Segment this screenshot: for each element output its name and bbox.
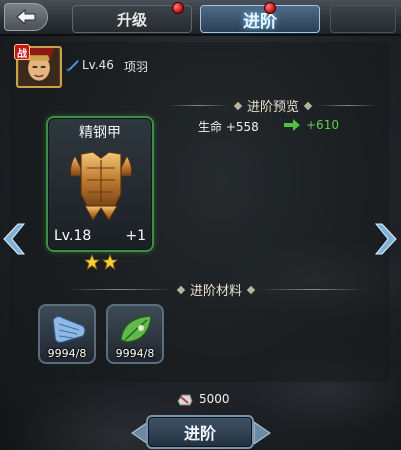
diamond-icon xyxy=(176,285,186,294)
material-item[interactable]: 9994/8 xyxy=(38,304,96,364)
sword-icon xyxy=(66,59,79,72)
right-arrow-icon xyxy=(284,119,300,131)
notification-dot-advance xyxy=(264,2,276,14)
material-count: 9994/8 xyxy=(115,347,155,360)
diamond-icon xyxy=(303,101,313,110)
advance-button[interactable]: 进阶 xyxy=(146,415,254,449)
stat-new: +610 xyxy=(306,118,339,132)
button-wing-left xyxy=(131,421,148,445)
blue-scroll-icon xyxy=(52,315,86,343)
diamond-icon xyxy=(233,101,243,110)
divider xyxy=(317,105,379,106)
stat-current: 生命 +558 xyxy=(198,120,259,134)
hero-level: Lv.46 xyxy=(82,58,114,72)
tab-advance[interactable]: 进阶 xyxy=(200,5,320,33)
star-icon xyxy=(102,254,118,270)
equipment-enhance-level: +1 xyxy=(125,228,146,244)
material-count: 9994/8 xyxy=(47,347,87,360)
silver-ingot-icon xyxy=(177,394,193,406)
green-leaf-icon xyxy=(120,315,152,343)
advance-button-label: 进阶 xyxy=(183,424,216,443)
preview-title: 进阶预览 xyxy=(247,100,300,115)
divider xyxy=(168,105,229,106)
diamond-icon xyxy=(246,285,256,294)
previous-arrow-icon[interactable] xyxy=(0,222,28,256)
divider xyxy=(260,289,367,290)
equipment-level: Lv.18 xyxy=(54,228,92,244)
materials-title: 进阶材料 xyxy=(190,284,243,299)
back-button[interactable] xyxy=(4,3,48,31)
hero-name: 项羽 xyxy=(124,60,149,74)
top-bar: 升级 进阶 xyxy=(0,0,401,36)
armor-icon xyxy=(70,151,132,221)
preview-section-header: 进阶预览 xyxy=(168,96,379,115)
next-arrow-icon[interactable] xyxy=(372,222,400,256)
button-wing-right xyxy=(254,421,271,445)
material-item[interactable]: 9994/8 xyxy=(106,304,164,364)
tab-upgrade-label: 升级 xyxy=(116,10,147,29)
battle-badge: 战 xyxy=(14,44,30,60)
back-arrow-icon xyxy=(16,8,36,26)
star-icon xyxy=(84,254,100,270)
equipment-card[interactable]: 精钢甲 Lv.18 +1 xyxy=(46,116,154,252)
notification-dot-upgrade xyxy=(172,2,184,14)
divider xyxy=(66,289,172,290)
tab-bar-decoration xyxy=(330,5,396,33)
equipment-name: 精钢甲 xyxy=(79,125,121,141)
cost-value: 5000 xyxy=(199,392,230,406)
star-rating xyxy=(84,254,118,270)
materials-section-header: 进阶材料 xyxy=(66,280,367,299)
